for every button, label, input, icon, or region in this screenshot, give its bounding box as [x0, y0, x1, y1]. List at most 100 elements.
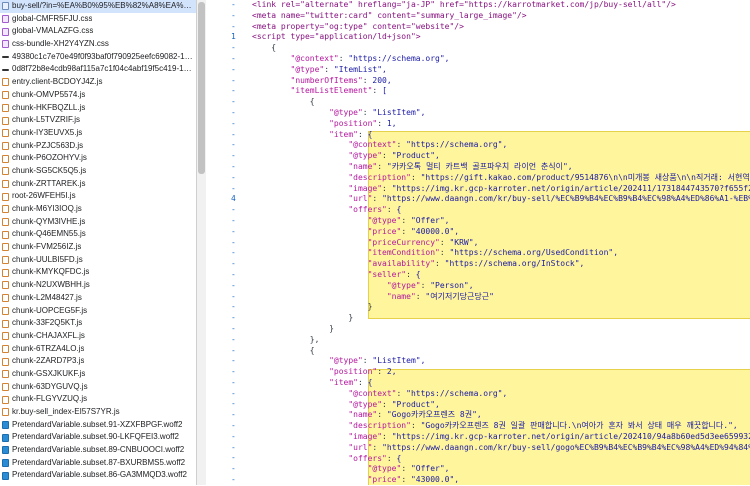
gutter-line: -	[206, 453, 252, 464]
file-item[interactable]: chunk-OMVP5574.js	[0, 89, 196, 102]
file-item[interactable]: 0d8f72b8e4cdb98af115a7c1f04c4abf19f5c419…	[0, 63, 196, 76]
gutter-line: -	[206, 443, 252, 454]
file-item[interactable]: chunk-UOPCEG5F.js	[0, 305, 196, 318]
code-line: {	[252, 345, 315, 355]
js-file-icon	[2, 395, 9, 404]
gutter-marker: -	[231, 377, 236, 387]
code-line: },	[252, 334, 320, 344]
file-item[interactable]: kr.buy-sell_index-EI57S7YR.js	[0, 406, 196, 419]
gutter-line: -	[206, 421, 252, 432]
file-name: PretendardVariable.subset.91-XZXFBPGF.wo…	[12, 419, 183, 429]
file-item[interactable]: chunk-2ZARD7P3.js	[0, 355, 196, 368]
file-item[interactable]: chunk-CHAJAXFL.js	[0, 330, 196, 343]
gutter-marker: -	[231, 421, 236, 431]
file-item[interactable]: chunk-SG5CK5Q5.js	[0, 165, 196, 178]
file-item[interactable]: PretendardVariable.subset.87-BXURBMS5.wo…	[0, 457, 196, 470]
file-item[interactable]: chunk-IY3EUVX5.js	[0, 127, 196, 140]
file-item[interactable]: PretendardVariable.subset.91-XZXFBPGF.wo…	[0, 419, 196, 432]
gutter-line: -	[206, 162, 252, 173]
file-item[interactable]: root-26WFEH5I.js	[0, 190, 196, 203]
file-item[interactable]: chunk-P6OZOHYV.js	[0, 152, 196, 165]
file-item[interactable]: chunk-N2UXWBHH.js	[0, 279, 196, 292]
file-item[interactable]: chunk-L2M48427.js	[0, 292, 196, 305]
file-item[interactable]: buy-sell/?in=%EA%B0%95%EB%82%A8%EA%B5%AC…	[0, 0, 196, 13]
file-item[interactable]: chunk-UULBI5FD.js	[0, 254, 196, 267]
gutter-line: -	[206, 108, 252, 119]
gutter-marker: -	[231, 259, 236, 269]
file-name: chunk-UULBI5FD.js	[12, 254, 83, 264]
file-item[interactable]: chunk-FLGYVZUQ.js	[0, 393, 196, 406]
gutter-line: -	[206, 0, 252, 11]
file-item[interactable]: 49380c1c7e70e49f0f93baf0f790925eefc69082…	[0, 51, 196, 64]
file-item[interactable]: PretendardVariable.subset.89-CNBUOOCI.wo…	[0, 444, 196, 457]
file-name: chunk-ZRTTAREK.js	[12, 178, 86, 188]
gutter-marker: -	[231, 183, 236, 193]
gutter-line: -	[206, 432, 252, 443]
file-name: chunk-P6OZOHYV.js	[12, 153, 87, 163]
gutter-marker: -	[231, 172, 236, 182]
file-name: chunk-6TRZA4LO.js	[12, 343, 85, 353]
file-item[interactable]: chunk-QYM3IVHE.js	[0, 216, 196, 229]
js-file-icon	[2, 230, 9, 239]
file-item[interactable]: chunk-PZJC563D.js	[0, 140, 196, 153]
gutter-line: -	[206, 119, 252, 130]
file-item[interactable]: chunk-6TRZA4LO.js	[0, 343, 196, 356]
gutter-line: -	[206, 270, 252, 281]
file-item[interactable]: PretendardVariable.subset.90-LKFQFEI3.wo…	[0, 431, 196, 444]
js-file-icon	[2, 154, 9, 163]
file-item[interactable]: chunk-Q46EMN55.js	[0, 228, 196, 241]
file-name: chunk-L5TVZRIF.js	[12, 115, 81, 125]
js-file-icon	[2, 103, 9, 112]
file-item[interactable]: chunk-FVM256IZ.js	[0, 241, 196, 254]
file-item[interactable]: global-CMFR5FJU.css	[0, 13, 196, 26]
code-line: <script type="application/ld+json">	[252, 32, 421, 42]
file-item[interactable]: entry.client-BCDOYJ4Z.js	[0, 76, 196, 89]
js-file-icon	[2, 129, 9, 138]
code-line: "image": "https://img.kr.gcp-karroter.ne…	[348, 183, 750, 193]
js-file-icon	[2, 268, 9, 277]
gutter-marker: -	[231, 107, 236, 117]
gutter-marker: -	[231, 129, 236, 139]
file-item[interactable]: chunk-33F2Q5KT.js	[0, 317, 196, 330]
code-line: "@context": "https://schema.org",	[348, 140, 508, 150]
file-item[interactable]: chunk-M6YI3IOQ.js	[0, 203, 196, 216]
js-file-icon	[2, 243, 9, 252]
font-file-icon	[2, 446, 9, 455]
file-item[interactable]: global-VMALAZFG.css	[0, 25, 196, 38]
file-item[interactable]: css-bundle-XH2Y4YZN.css	[0, 38, 196, 51]
js-file-icon	[2, 357, 9, 366]
gutter-marker: -	[231, 118, 236, 128]
file-item[interactable]: chunk-63DYGUVQ.js	[0, 381, 196, 394]
file-name: chunk-Q46EMN55.js	[12, 229, 86, 239]
js-file-icon	[2, 294, 9, 303]
code-line: "@type": "Person",	[386, 280, 474, 290]
file-item[interactable]: chunk-HKFBQZLL.js	[0, 102, 196, 115]
gutter-line: -	[206, 410, 252, 421]
file-item[interactable]: chunk-KMYKQFDC.js	[0, 266, 196, 279]
doc-file-icon	[2, 2, 9, 11]
gutter-line: -	[206, 130, 252, 141]
source-code-view[interactable]: <link rel="alternate" hreflang="ja-JP" h…	[252, 0, 750, 485]
code-line: "name": "카카오톡 멀티 카트백 골프파우치 라이언 춘식이",	[348, 162, 573, 171]
code-line: "item": {	[329, 378, 373, 387]
gutter-marker: -	[231, 291, 236, 301]
file-item[interactable]: chunk-ZRTTAREK.js	[0, 178, 196, 191]
file-item[interactable]: chunk-GSXJKUKF.js	[0, 368, 196, 381]
gutter-marker: -	[231, 323, 236, 333]
file-name: chunk-FVM256IZ.js	[12, 242, 82, 252]
code-line: "description": "https://gift.kakao.com/p…	[348, 172, 750, 182]
gutter-marker: -	[231, 431, 236, 441]
file-item[interactable]: PretendardVariable.subset.86-GA3MMQD3.wo…	[0, 469, 196, 482]
code-line: "item": {	[329, 129, 373, 139]
code-line: "itemListElement": [	[290, 86, 387, 96]
gutter-line: -	[206, 205, 252, 216]
file-name: css-bundle-XH2Y4YZN.css	[12, 39, 109, 49]
gutter-line: -	[206, 184, 252, 195]
code-line: "price": "43000.0",	[367, 475, 460, 485]
code-line: "image": "https://img.kr.gcp-karroter.ne…	[348, 432, 750, 441]
gutter-marker: -	[231, 140, 236, 150]
code-line: "offers": {	[348, 453, 402, 463]
sidebar-scrollbar-thumb[interactable]	[198, 2, 205, 174]
file-item[interactable]: chunk-L5TVZRIF.js	[0, 114, 196, 127]
code-line: {	[252, 43, 277, 53]
